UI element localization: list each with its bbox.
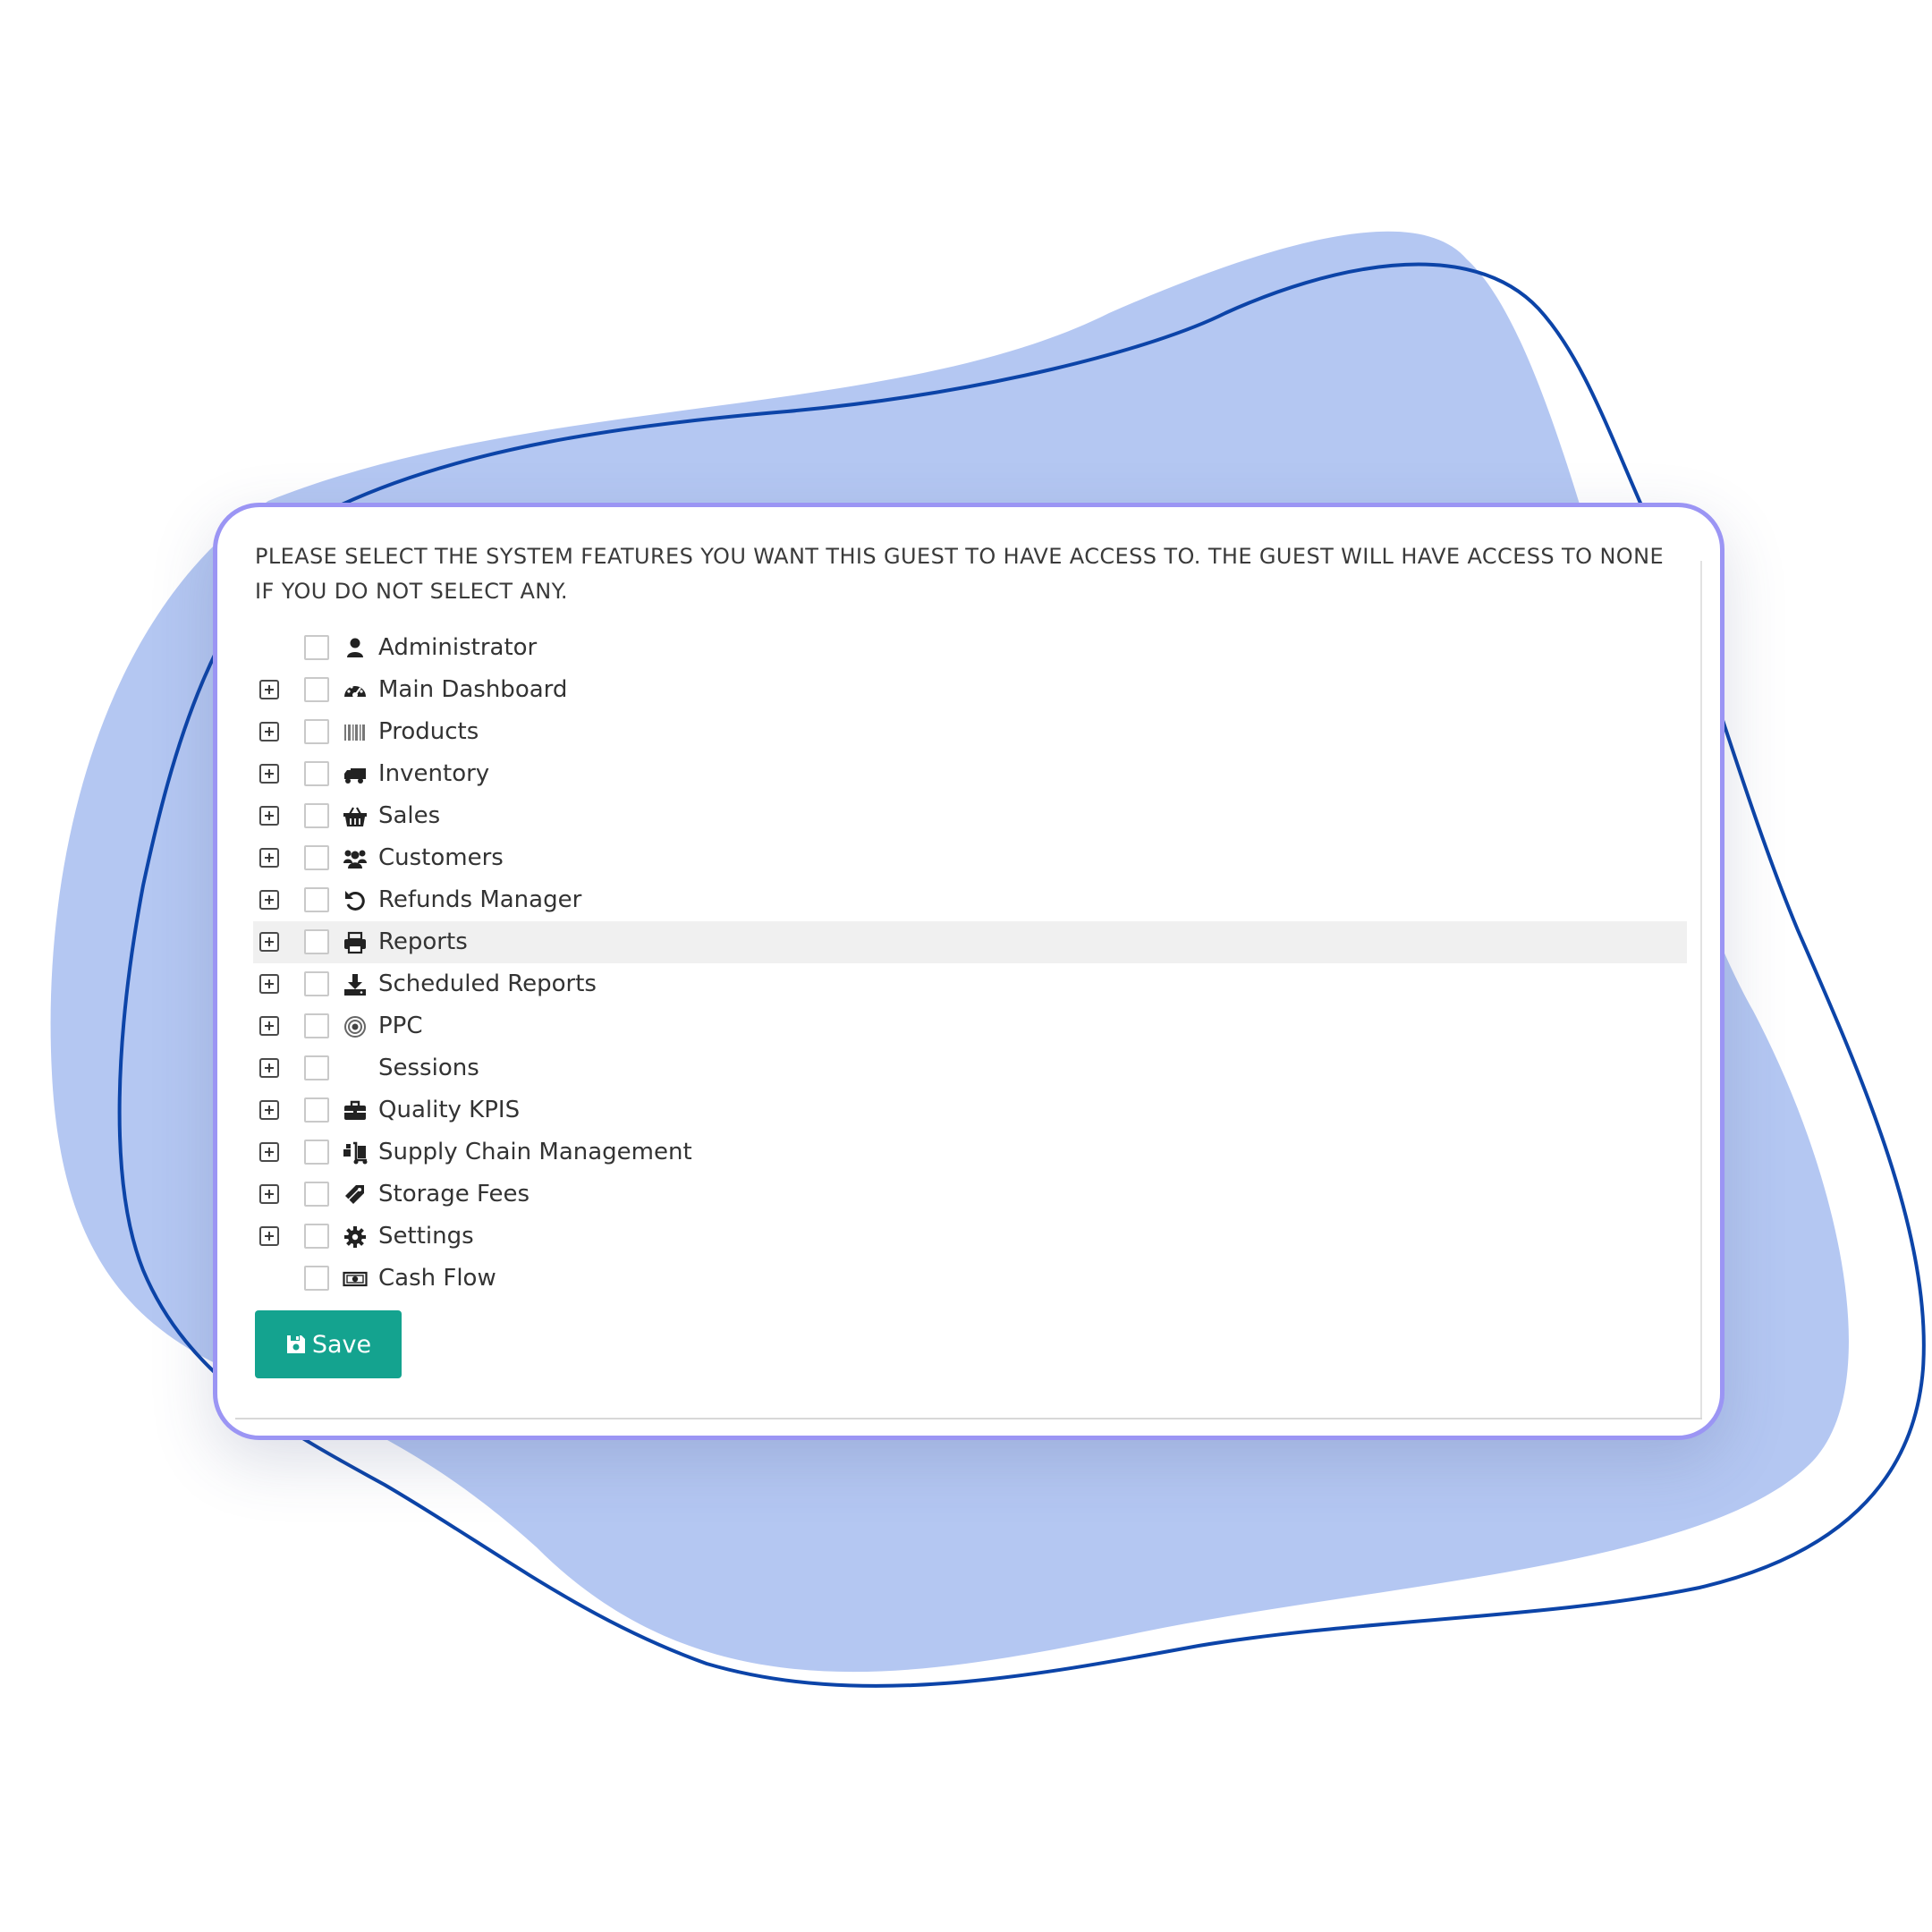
tree-row-administrator[interactable]: Administrator [253,627,1687,669]
checkbox-reports[interactable] [304,929,329,954]
tree-row-customers[interactable]: Customers [253,837,1687,879]
tree-row-scheduled-reports[interactable]: Scheduled Reports [253,963,1687,1005]
tree-label: Sessions [378,1055,479,1081]
tree-label: Supply Chain Management [378,1139,692,1165]
tree-row-main-dashboard[interactable]: Main Dashboard [253,669,1687,711]
tree-label: Main Dashboard [378,676,568,703]
tree-row-cash-flow[interactable]: Cash Flow [253,1258,1687,1300]
expand-icon[interactable] [259,806,279,826]
tree-label: Administrator [378,634,538,661]
tree-row-products[interactable]: Products [253,711,1687,753]
panel-divider [235,1418,1702,1419]
users-icon [343,846,368,871]
checkbox-inventory[interactable] [304,761,329,786]
instructions-text: PLEASE SELECT THE SYSTEM FEATURES YOU WA… [255,544,1665,604]
checkbox-settings[interactable] [304,1224,329,1249]
checkbox-storage-fees[interactable] [304,1182,329,1207]
print-icon [343,930,368,955]
briefcase-icon [343,1098,368,1123]
checkbox-ppc[interactable] [304,1013,329,1038]
truck-icon [343,762,368,787]
checkbox-customers[interactable] [304,845,329,870]
tree-label: Settings [378,1223,474,1250]
checkbox-cash-flow[interactable] [304,1266,329,1291]
tree-label: Refunds Manager [378,886,582,913]
expand-icon[interactable] [259,848,279,868]
tree-label: Inventory [378,760,490,787]
tree-row-refunds-manager[interactable]: Refunds Manager [253,879,1687,921]
tree-label: Sales [378,802,441,829]
expand-icon[interactable] [259,1142,279,1162]
expand-icon[interactable] [259,1100,279,1120]
tree-row-inventory[interactable]: Inventory [253,753,1687,795]
expand-icon[interactable] [259,890,279,910]
expand-icon[interactable] [259,1184,279,1204]
tree-label: Products [378,718,479,745]
tree-label: Reports [378,928,468,955]
features-tree: Administrator Main Dashboard Products In… [253,627,1687,1300]
expand-icon[interactable] [259,1016,279,1036]
money-icon [343,1267,368,1292]
tree-label: PPC [378,1013,423,1039]
checkbox-administrator[interactable] [304,635,329,660]
checkbox-quality-kpis[interactable] [304,1097,329,1123]
tree-row-sales[interactable]: Sales [253,795,1687,837]
tree-label: Cash Flow [378,1265,496,1292]
expand-icon[interactable] [259,680,279,699]
tree-row-sessions[interactable]: Sessions [253,1047,1687,1089]
floppy-disk-icon [286,1335,305,1353]
tree-label: Quality KPIS [378,1097,521,1123]
download-icon [343,972,368,997]
guest-permissions-card: PLEASE SELECT THE SYSTEM FEATURES YOU WA… [213,503,1724,1440]
tree-label: Customers [378,844,504,871]
target-icon [343,1014,368,1039]
expand-icon[interactable] [259,722,279,741]
save-label: Save [311,1330,372,1359]
checkbox-supply-chain-management[interactable] [304,1140,329,1165]
tree-label: Scheduled Reports [378,970,597,997]
basket-icon [343,804,368,829]
expand-icon[interactable] [259,1226,279,1246]
expand-icon[interactable] [259,1058,279,1078]
checkbox-refunds-manager[interactable] [304,887,329,912]
dashboard-icon [343,678,368,703]
tags-icon [343,1182,368,1208]
tree-row-supply-chain-management[interactable]: Supply Chain Management [253,1131,1687,1174]
checkbox-main-dashboard[interactable] [304,677,329,702]
tree-row-reports[interactable]: Reports [253,921,1687,963]
save-button[interactable]: Save [255,1310,402,1378]
barcode-icon [343,720,368,745]
panel-edge [1700,561,1702,1418]
gear-icon [343,1224,368,1250]
tree-row-quality-kpis[interactable]: Quality KPIS [253,1089,1687,1131]
checkbox-sessions[interactable] [304,1055,329,1080]
checkbox-sales[interactable] [304,803,329,828]
checkbox-scheduled-reports[interactable] [304,971,329,996]
stage: PLEASE SELECT THE SYSTEM FEATURES YOU WA… [0,0,1932,1932]
undo-icon [343,888,368,913]
dolly-icon [343,1140,368,1165]
expand-icon[interactable] [259,974,279,994]
tree-label: Storage Fees [378,1181,530,1208]
expand-icon[interactable] [259,764,279,784]
expand-icon[interactable] [259,932,279,952]
checkbox-products[interactable] [304,719,329,744]
tree-row-settings[interactable]: Settings [253,1216,1687,1258]
tree-row-ppc[interactable]: PPC [253,1005,1687,1047]
user-icon [343,636,368,661]
tree-row-storage-fees[interactable]: Storage Fees [253,1174,1687,1216]
